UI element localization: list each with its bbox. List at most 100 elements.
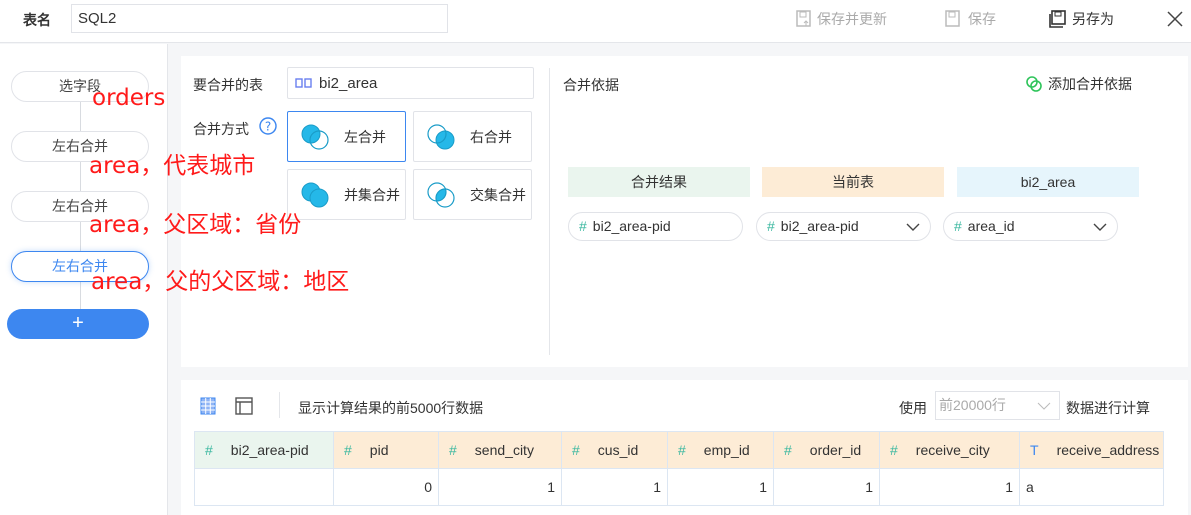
union-join-label: 并集合并: [344, 186, 400, 203]
number-type-icon: #: [579, 218, 587, 234]
help-icon[interactable]: ?: [259, 117, 277, 135]
grid-view-icon[interactable]: [200, 397, 216, 415]
number-type-icon: #: [784, 442, 792, 458]
right-join-label: 右合并: [470, 128, 512, 145]
text-type-icon: T: [1030, 442, 1039, 458]
intersect-join-icon: [427, 181, 455, 208]
rows-select-value: 前20000行: [939, 397, 1006, 413]
column-name: receive_address: [1056, 442, 1160, 458]
column-header[interactable]: # order_id: [773, 431, 880, 469]
result-field-value: bi2_area-pid: [592, 218, 671, 234]
column-name: pid: [369, 442, 389, 458]
column-name: send_city: [474, 442, 534, 458]
merge-method-label: 合并方式: [193, 121, 249, 137]
union-join-icon: [301, 182, 329, 207]
other-field-value: area_id: [967, 218, 1015, 234]
right-join-icon: [427, 123, 455, 149]
save-label: 保存: [968, 11, 996, 27]
annotation-orders: orders: [92, 85, 166, 111]
number-type-icon: #: [344, 442, 352, 458]
add-merge-basis-label: 添加合并依据: [1048, 76, 1132, 92]
add-merge-basis-button[interactable]: 添加合并依据: [1025, 74, 1132, 94]
save-button[interactable]: 保存: [945, 9, 996, 29]
column-name: emp_id: [703, 442, 750, 458]
result-field[interactable]: # bi2_area-pid: [568, 212, 743, 241]
table-cell: 1: [879, 468, 1020, 506]
save-as-button[interactable]: 另存为: [1049, 9, 1114, 29]
number-type-icon: #: [205, 442, 213, 458]
col-header-current: 当前表: [762, 167, 944, 197]
chevron-down-icon: [1093, 223, 1107, 231]
column-name: cus_id: [597, 442, 639, 458]
column-header[interactable]: # cus_id: [561, 431, 668, 469]
table-row: 0 1 1 1 1 1 a: [194, 468, 1164, 506]
chevron-down-icon: [1037, 402, 1051, 410]
table-header-row: # bi2_area-pid # pid # send_city # cus_id # e…: [194, 431, 1164, 469]
number-type-icon: #: [954, 218, 962, 234]
preview-info: 显示计算结果的前5000行数据: [298, 400, 484, 416]
col-header-result: 合并结果: [568, 167, 750, 197]
save-update-icon: [796, 10, 811, 27]
column-header[interactable]: # pid: [333, 431, 439, 469]
link-rings-icon: [1026, 76, 1042, 92]
other-field-select[interactable]: # area_id: [943, 212, 1118, 241]
svg-text:?: ?: [265, 120, 271, 134]
method-intersect-join[interactable]: 交集合并: [413, 169, 532, 220]
merge-table-label: 要合并的表: [193, 77, 263, 93]
rows-select[interactable]: 前20000行: [935, 391, 1060, 420]
add-node-button[interactable]: +: [7, 309, 149, 339]
number-type-icon: #: [449, 442, 457, 458]
table-cell: 1: [438, 468, 562, 506]
table-cell: [194, 468, 334, 506]
save-and-update-button[interactable]: 保存并更新: [796, 9, 887, 29]
divider: [549, 68, 550, 355]
method-right-join[interactable]: 右合并: [413, 111, 532, 162]
annotation-city: area，代表城市: [89, 153, 256, 179]
close-icon[interactable]: [1167, 11, 1183, 27]
method-union-join[interactable]: 并集合并: [287, 169, 406, 220]
save-update-label: 保存并更新: [817, 11, 887, 27]
table-name-label: 表名: [23, 12, 51, 28]
annotation-region: area，父的父区域：地区: [91, 269, 350, 295]
current-field-value: bi2_area-pid: [780, 218, 859, 234]
use-label: 使用: [899, 400, 927, 416]
col-header-other: bi2_area: [957, 167, 1139, 197]
column-header[interactable]: # send_city: [438, 431, 562, 469]
column-header[interactable]: # emp_id: [667, 431, 774, 469]
table-cell: a: [1019, 468, 1164, 506]
merge-table-field[interactable]: bi2_area: [287, 67, 534, 99]
compute-label: 数据进行计算: [1066, 400, 1150, 416]
database-table-icon: [295, 78, 312, 88]
number-type-icon: #: [767, 218, 775, 234]
number-type-icon: #: [572, 442, 580, 458]
column-header[interactable]: # bi2_area-pid: [194, 431, 334, 469]
column-name: order_id: [809, 442, 862, 458]
save-as-icon: [1049, 10, 1066, 28]
intersect-join-label: 交集合并: [470, 186, 526, 203]
chevron-down-icon: [906, 223, 920, 231]
layout-view-icon[interactable]: [235, 397, 253, 415]
table-cell: 1: [773, 468, 880, 506]
table-cell: 1: [561, 468, 668, 506]
current-field-select[interactable]: # bi2_area-pid: [756, 212, 931, 241]
table-cell: 1: [667, 468, 774, 506]
merge-table-value: bi2_area: [319, 74, 378, 92]
column-name: receive_city: [915, 442, 990, 458]
left-join-label: 左合并: [344, 128, 386, 145]
column-header[interactable]: # receive_city: [879, 431, 1020, 469]
number-type-icon: #: [678, 442, 686, 458]
table-name-input[interactable]: [71, 4, 448, 33]
table-cell: 0: [333, 468, 439, 506]
divider: [279, 392, 280, 418]
preview-table: # bi2_area-pid # pid # send_city # cus_id # e…: [194, 431, 1164, 506]
merge-config-panel: 要合并的表 bi2_area 合并方式 ? 左合并 右合并 并集合并 交集合并 …: [181, 56, 1188, 367]
save-as-label: 另存为: [1072, 11, 1114, 27]
merge-basis-label: 合并依据: [563, 77, 619, 93]
column-name: bi2_area-pid: [230, 442, 309, 458]
header: 表名 保存并更新 保存 另存为: [0, 0, 1191, 43]
left-join-icon: [301, 124, 329, 150]
column-header[interactable]: Treceive_address: [1019, 431, 1164, 469]
number-type-icon: #: [890, 442, 898, 458]
method-left-join[interactable]: 左合并: [287, 111, 406, 162]
annotation-province: area，父区域：省份: [89, 212, 302, 238]
